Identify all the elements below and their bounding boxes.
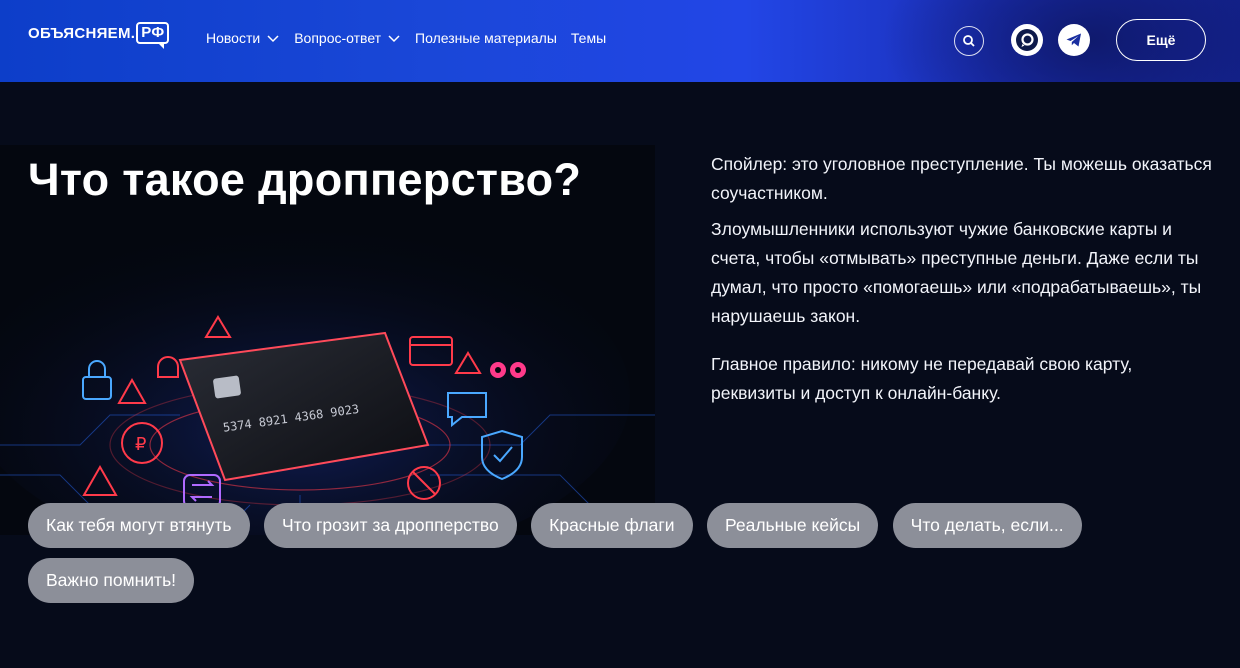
- nav-item-topics[interactable]: Темы: [571, 30, 606, 46]
- nav-item-news[interactable]: Новости: [206, 30, 280, 46]
- site-logo[interactable]: ОБЪЯСНЯЕМ. РФ: [28, 22, 170, 49]
- search-button[interactable]: [954, 26, 984, 56]
- chevron-down-icon: [388, 35, 400, 43]
- nav-item-qa[interactable]: Вопрос-ответ: [294, 30, 401, 46]
- site-header: ОБЪЯСНЯЕМ. РФ Новости Вопрос-ответ Полез…: [0, 0, 1240, 82]
- max-messenger-icon: [1016, 29, 1038, 51]
- more-button[interactable]: Ещё: [1116, 19, 1206, 61]
- chip-real-cases[interactable]: Реальные кейсы: [706, 503, 879, 548]
- telegram-icon: [1066, 33, 1081, 47]
- chip-what-to-do[interactable]: Что делать, если...: [892, 503, 1082, 548]
- hero-description: Спойлер: это уголовное преступление. Ты …: [711, 150, 1216, 415]
- chip-red-flags[interactable]: Красные флаги: [531, 503, 693, 548]
- intro-paragraph: Спойлер: это уголовное преступление. Ты …: [711, 154, 1212, 203]
- nav-item-label: Темы: [570, 30, 607, 46]
- chip-penalties[interactable]: Что грозит за дропперство: [263, 503, 517, 548]
- nav-item-label: Вопрос-ответ: [294, 30, 382, 46]
- nav-item-label: Новости: [206, 30, 261, 46]
- chip-how-drawn-in[interactable]: Как тебя могут втянуть: [28, 503, 250, 548]
- max-messenger-button[interactable]: [1011, 24, 1043, 56]
- main-nav: Новости Вопрос-ответ Полезные материалы …: [206, 30, 606, 46]
- page-title: Что такое дропперство?: [28, 154, 582, 205]
- chip-remember[interactable]: Важно помнить!: [28, 558, 195, 603]
- nav-item-label: Полезные материалы: [415, 30, 557, 46]
- svg-text:₽: ₽: [135, 434, 146, 455]
- chevron-down-icon: [267, 35, 279, 43]
- topic-chips: Как тебя могут втянуть Что грозит за дро…: [28, 503, 1128, 613]
- search-icon: [963, 35, 975, 47]
- logo-text: ОБЪЯСНЯЕМ.: [28, 24, 136, 42]
- nav-item-materials[interactable]: Полезные материалы: [415, 30, 557, 46]
- telegram-button[interactable]: [1058, 24, 1090, 56]
- logo-badge: РФ: [136, 22, 170, 49]
- explanation-paragraph: Злоумышленники используют чужие банковск…: [711, 219, 1202, 326]
- main-rule-paragraph: Главное правило: никому не передавай сво…: [711, 354, 1133, 403]
